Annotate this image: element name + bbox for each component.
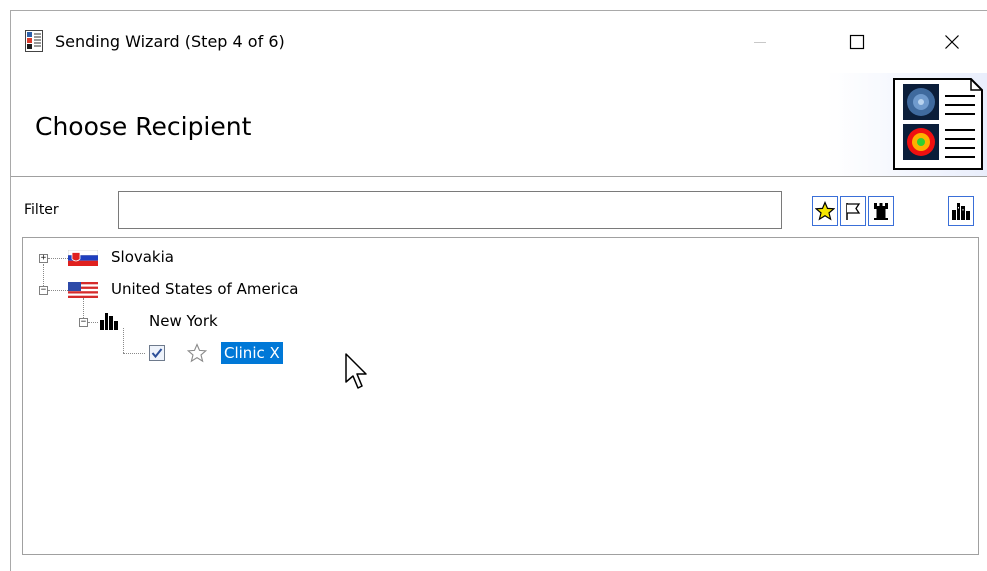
tree-connector	[48, 258, 68, 259]
star-icon	[815, 201, 835, 221]
close-icon	[945, 35, 959, 49]
region-filter-button[interactable]	[868, 196, 894, 226]
filter-input[interactable]	[118, 191, 782, 229]
tree-connector	[48, 290, 68, 291]
tree-connector	[123, 353, 145, 354]
close-button[interactable]	[929, 22, 975, 62]
tree-node-clinic-x[interactable]: Clinic X	[221, 342, 283, 364]
collapse-new-york-toggle[interactable]: −	[79, 318, 88, 327]
app-icon	[25, 30, 43, 52]
minimize-button[interactable]	[737, 22, 783, 62]
window-title: Sending Wizard (Step 4 of 6)	[55, 32, 285, 51]
document-scan-icon	[893, 78, 983, 170]
page-title: Choose Recipient	[35, 112, 252, 141]
city-filter-button[interactable]	[948, 196, 974, 226]
tree-connector	[83, 298, 84, 318]
flag-usa-icon	[68, 282, 98, 298]
flag-icon	[846, 203, 861, 220]
city-icon	[100, 313, 118, 330]
tree-connector	[123, 328, 124, 353]
filter-label: Filter	[24, 202, 59, 218]
favorites-filter-button[interactable]	[812, 196, 838, 226]
mouse-cursor-icon	[345, 353, 367, 389]
tree-node-new-york[interactable]: New York	[149, 312, 218, 330]
city-icon	[952, 203, 970, 220]
maximize-icon	[849, 34, 865, 50]
recipient-tree[interactable]: + Slovakia − United States of America −	[22, 237, 979, 555]
minimize-icon	[754, 42, 766, 43]
clinic-x-checkbox[interactable]	[149, 345, 165, 361]
sending-wizard-window: Sending Wizard (Step 4 of 6) Choose Reci…	[0, 0, 987, 571]
checkmark-icon	[151, 348, 163, 359]
maximize-button[interactable]	[834, 22, 880, 62]
flag-slovakia-icon	[68, 250, 98, 266]
collapse-usa-toggle[interactable]: −	[39, 286, 48, 295]
country-filter-button[interactable]	[840, 196, 866, 226]
tree-connector	[88, 322, 98, 323]
star-outline-icon[interactable]	[187, 343, 207, 363]
expand-slovakia-toggle[interactable]: +	[39, 254, 48, 263]
header-separator	[11, 176, 987, 177]
tower-icon	[874, 203, 888, 220]
tree-node-slovakia[interactable]: Slovakia	[111, 248, 174, 266]
tree-node-usa[interactable]: United States of America	[111, 280, 298, 298]
wizard-header: Choose Recipient	[11, 73, 987, 177]
